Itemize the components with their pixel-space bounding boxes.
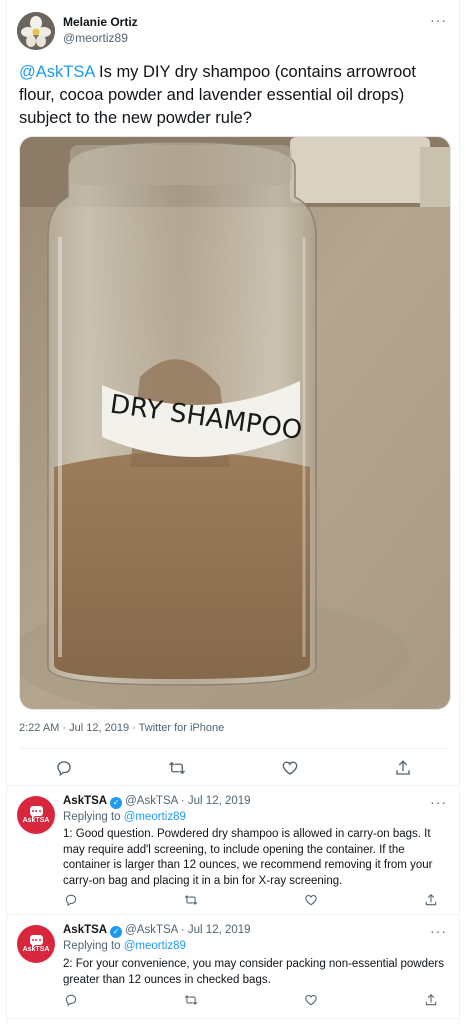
divider [7, 914, 459, 915]
avatar-label: AskTSA [22, 817, 50, 824]
more-options-icon[interactable]: ··· [430, 794, 447, 810]
tweet-thread: Melanie Ortiz @meortiz89 ··· @AskTSA Is … [6, 0, 460, 1024]
retweet-icon[interactable] [183, 992, 199, 1008]
retweet-icon[interactable] [183, 892, 199, 908]
reply-author-name[interactable]: AskTSA [63, 795, 107, 807]
jar-photo: DRY SHAMPOO [20, 137, 450, 709]
flower-avatar-image [17, 12, 55, 50]
replying-handle-link[interactable]: @meortiz89 [124, 811, 186, 823]
reply-icon[interactable] [63, 992, 79, 1008]
share-icon[interactable] [393, 758, 413, 778]
reply-actions [63, 992, 439, 1008]
reply-text: 1: Good question. Powdered dry shampoo i… [63, 828, 433, 887]
like-icon[interactable] [303, 992, 319, 1008]
retweet-icon[interactable] [167, 758, 187, 778]
verified-badge-icon: ✓ [110, 797, 123, 809]
tweet-actions [7, 758, 459, 778]
share-icon[interactable] [423, 992, 439, 1008]
author-name[interactable]: Melanie Ortiz [63, 15, 138, 29]
divider [7, 1018, 459, 1019]
chat-bubble-icon [29, 806, 43, 819]
author-handle[interactable]: @meortiz89 [63, 31, 128, 45]
like-icon[interactable] [303, 892, 319, 908]
mention-link[interactable]: @AskTSA [19, 63, 94, 81]
reply-handle-date[interactable]: @AskTSA · Jul 12, 2019 [125, 795, 250, 807]
replying-to: Replying to @meortiz89 [63, 811, 186, 823]
reply-header: AskTSA ✓ @AskTSA · Jul 12, 2019 [63, 795, 251, 809]
reply-handle-date[interactable]: @AskTSA · Jul 12, 2019 [125, 924, 250, 936]
verified-badge-icon: ✓ [110, 926, 123, 938]
reply-header: AskTSA ✓ @AskTSA · Jul 12, 2019 [63, 924, 251, 938]
divider [7, 785, 459, 786]
reply-icon[interactable] [54, 758, 74, 778]
reply-text: 2: For your convenience, you may conside… [63, 958, 444, 986]
tweet-photo[interactable]: DRY SHAMPOO [19, 136, 451, 710]
asktsa-avatar[interactable]: AskTSA [17, 925, 55, 963]
replying-prefix: Replying to [63, 940, 124, 952]
replying-to: Replying to @meortiz89 [63, 940, 186, 952]
asktsa-avatar[interactable]: AskTSA [17, 796, 55, 834]
replying-prefix: Replying to [63, 811, 124, 823]
tweet-text: @AskTSA Is my DIY dry shampoo (contains … [19, 61, 449, 130]
reply-actions [63, 892, 439, 908]
replying-handle-link[interactable]: @meortiz89 [124, 940, 186, 952]
divider [19, 748, 447, 749]
more-options-icon[interactable]: ··· [430, 923, 447, 939]
reply-author-name[interactable]: AskTSA [63, 924, 107, 936]
avatar-label: AskTSA [22, 946, 50, 953]
tweet-timestamp[interactable]: 2:22 AM · Jul 12, 2019 · Twitter for iPh… [19, 722, 224, 734]
like-icon[interactable] [280, 758, 300, 778]
avatar[interactable] [17, 12, 55, 50]
chat-bubble-icon [29, 935, 43, 948]
reply-icon[interactable] [63, 892, 79, 908]
share-icon[interactable] [423, 892, 439, 908]
more-options-icon[interactable]: ··· [430, 12, 447, 28]
